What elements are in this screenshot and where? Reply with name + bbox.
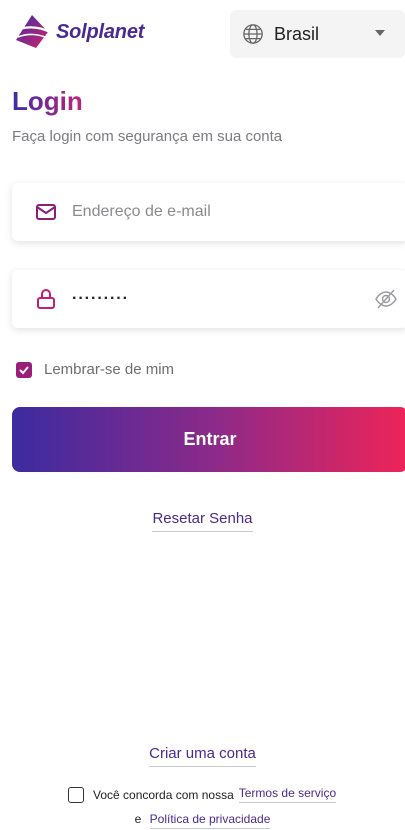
brand-logo: Solplanet <box>12 12 172 52</box>
terms-agreement: Você concorda com nossa Termos de serviç… <box>68 786 337 803</box>
chevron-down-icon <box>375 30 385 36</box>
eye-off-icon[interactable] <box>374 288 398 310</box>
reset-password-link[interactable]: Resetar Senha <box>152 510 253 532</box>
brand-name: Solplanet <box>56 20 145 43</box>
globe-icon <box>243 24 263 44</box>
create-account-container: Criar uma conta <box>0 745 405 767</box>
login-button[interactable]: Entrar <box>12 407 405 472</box>
checkbox-empty-icon[interactable] <box>68 786 84 803</box>
privacy-row: e Política de privacidade <box>0 812 405 829</box>
create-account-link[interactable]: Criar uma conta <box>149 745 256 767</box>
password-value: ········· <box>72 290 129 307</box>
remember-me[interactable]: Lembrar-se de mim <box>16 361 174 378</box>
terms-link[interactable]: Termos de serviço <box>238 786 337 803</box>
checkbox-checked-icon[interactable] <box>16 361 32 378</box>
remember-label: Lembrar-se de mim <box>44 361 175 378</box>
agree-text: Você concorda com nossa <box>93 787 234 802</box>
page-subtitle: Faça login com segurança em sua conta <box>12 128 283 145</box>
privacy-link[interactable]: Política de privacidade <box>149 812 271 829</box>
and-text: e <box>134 812 142 826</box>
password-field[interactable]: ········· <box>12 270 405 328</box>
solplanet-logo-icon <box>13 15 51 48</box>
email-placeholder: Endereço de e-mail <box>72 203 211 220</box>
region-label: Brasil <box>274 23 320 44</box>
region-selector[interactable]: Brasil <box>230 10 405 58</box>
mail-icon <box>36 204 56 220</box>
email-field[interactable]: Endereço de e-mail <box>12 183 405 241</box>
reset-password-container: Resetar Senha <box>0 510 405 532</box>
lock-icon <box>37 289 55 309</box>
page-title: Login <box>12 86 83 116</box>
